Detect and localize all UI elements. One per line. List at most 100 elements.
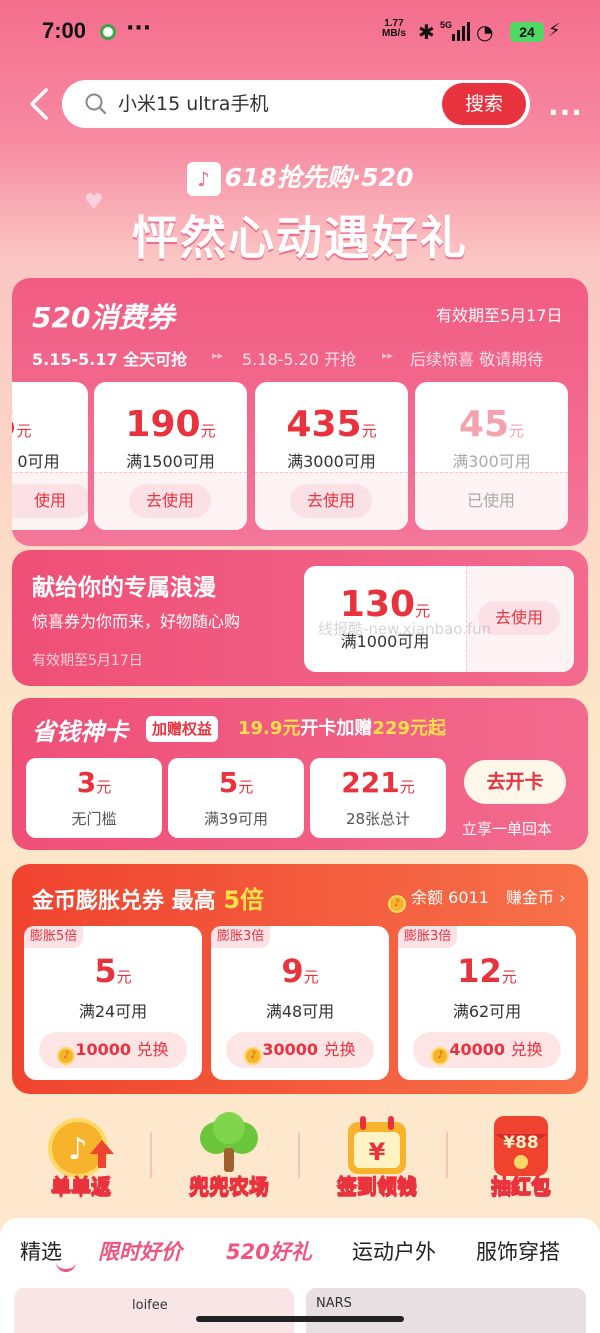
divider	[150, 1132, 152, 1178]
coin-voucher-card[interactable]: 膨胀3倍 9元 满48可用 ♪ 30000 兑换	[211, 926, 389, 1080]
svg-text:¥: ¥	[369, 1138, 386, 1166]
tab-sports-outdoor[interactable]: 运动户外	[352, 1236, 436, 1266]
coin-voucher-unit: 元	[303, 968, 319, 986]
savings-voucher-unit: 元	[96, 778, 112, 796]
network-speed: 1.77 MB/s	[382, 19, 406, 39]
red-envelope-amount: ¥88	[503, 1133, 539, 1153]
exchange-button[interactable]: ♪ 10000 兑换	[39, 1032, 187, 1068]
offer-text: 开卡加赠	[300, 718, 373, 739]
offer-price-unit: 元	[282, 718, 301, 739]
voucher-amount: 5元	[12, 404, 88, 445]
tab-apparel[interactable]: 服饰穿搭	[476, 1236, 560, 1266]
more-options-icon[interactable]: ···	[548, 96, 583, 129]
coin-cost: 40000	[449, 1040, 506, 1059]
status-more-icon: ···	[126, 16, 152, 41]
schedule-arrow-icon: ▸▸	[382, 349, 394, 362]
shortcut-checkin[interactable]: ¥ 签到领钱	[312, 1112, 442, 1202]
product-brand: loifee	[132, 1298, 168, 1313]
voucher-card[interactable]: 190元 满1500可用 去使用	[94, 382, 247, 530]
bonus-badge: 加赠权益	[146, 716, 219, 742]
shortcut-red-envelope[interactable]: ¥88 抽红包	[456, 1112, 586, 1202]
shortcut-cashback[interactable]: ♪ 单单返	[16, 1112, 146, 1202]
campaign-subtitle: ♪ 618抢先购·520	[0, 158, 600, 196]
home-indicator[interactable]	[196, 1316, 404, 1322]
earn-coins-link[interactable]: 赚金币 ›	[506, 884, 566, 908]
savings-voucher-value: 3	[76, 766, 97, 799]
multiplier-tag: 膨胀3倍	[211, 926, 271, 948]
search-input[interactable]	[118, 91, 418, 113]
multiplier-tag: 膨胀5倍	[24, 926, 84, 948]
tab-520-gifts[interactable]: 520好礼	[226, 1236, 312, 1266]
shopping-bag-icon: ♪	[186, 162, 221, 196]
open-card-note: 立享一单回本	[462, 820, 553, 838]
coin-voucher-card[interactable]: 膨胀5倍 5元 满24可用 ♪ 10000 兑换	[24, 926, 202, 1080]
product-card[interactable]: NARS	[306, 1288, 586, 1333]
voucher-condition: 满1500可用	[126, 452, 215, 471]
voucher-condition: 0可用	[17, 452, 60, 471]
coin-voucher-value: 9	[281, 952, 304, 990]
voucher-amount-value: 435	[286, 404, 362, 445]
coin-voucher-condition: 满48可用	[265, 1002, 335, 1021]
exchange-button[interactable]: ♪ 30000 兑换	[226, 1032, 374, 1068]
savings-voucher-value: 221	[341, 766, 400, 799]
product-card[interactable]: loifee	[14, 1288, 294, 1333]
coin-balance: ♪ 余额 6011	[388, 884, 489, 913]
coin-exchange-title: 金币膨胀兑券 最高 5倍	[32, 880, 264, 915]
multiplier-tag: 膨胀3倍	[398, 926, 458, 948]
voucher-panel-title: 520消费券	[32, 301, 175, 334]
use-voucher-button[interactable]: 使用	[12, 484, 88, 518]
coin-exchange-title-text: 金币膨胀兑券 最高	[32, 889, 216, 914]
savings-voucher-condition: 28张总计	[345, 810, 411, 828]
savings-voucher-unit: 元	[399, 778, 415, 796]
offer-value: 229	[372, 718, 410, 739]
voucher-amount-unit: 元	[509, 422, 525, 440]
savings-voucher: 3元 无门槛	[26, 758, 162, 838]
savings-voucher-amount: 221元	[310, 766, 446, 799]
back-arrow-icon[interactable]	[24, 86, 54, 122]
offer-value-unit: 元起	[410, 718, 446, 739]
divider	[446, 1132, 448, 1178]
savings-voucher-condition: 无门槛	[71, 810, 117, 828]
savings-offer: 19.9元开卡加赠229元起	[238, 714, 446, 740]
voucher-amount-unit: 元	[361, 422, 377, 440]
exchange-label: 兑换	[136, 1040, 169, 1059]
use-voucher-button[interactable]: 去使用	[290, 484, 372, 518]
coin-voucher-value: 12	[457, 952, 502, 990]
battery-icon: 24	[510, 22, 544, 42]
coin-voucher-amount: 12元	[398, 952, 576, 990]
shortcut-label: 抽红包	[491, 1174, 552, 1199]
coin-voucher-card[interactable]: 膨胀3倍 12元 满62可用 ♪ 40000 兑换	[398, 926, 576, 1080]
voucher-amount-unit: 元	[200, 422, 216, 440]
exchange-label: 兑换	[510, 1040, 543, 1059]
tab-limited-deals[interactable]: 限时好价	[98, 1236, 182, 1266]
coin-cost: 30000	[262, 1040, 319, 1059]
product-brand: NARS	[316, 1296, 352, 1311]
voucher-panel-valid: 有效期至5月17日	[436, 306, 563, 325]
shortcut-label: 单单返	[51, 1174, 112, 1199]
search-button[interactable]: 搜索	[442, 83, 526, 125]
savings-voucher-value: 5	[218, 766, 239, 799]
voucher-amount: 45元	[415, 404, 568, 445]
savings-voucher-unit: 元	[238, 778, 254, 796]
charging-icon: ⚡	[548, 20, 561, 41]
network-speed-unit: MB/s	[382, 28, 406, 39]
savings-voucher-amount: 5元	[168, 766, 304, 799]
voucher-card[interactable]: 435元 满3000可用 去使用	[255, 382, 408, 530]
app-notification-icon	[100, 24, 116, 40]
voucher-card-body: 5元 0可用 使用	[12, 382, 88, 530]
coin-voucher-condition: 满62可用	[452, 1002, 522, 1021]
network-type: 5G	[440, 20, 452, 30]
schedule-arrow-icon: ▸▸	[212, 349, 224, 362]
voucher-amount: 190元	[94, 404, 247, 445]
open-card-button[interactable]: 去开卡	[464, 760, 566, 804]
voucher-card[interactable]: 5元 0可用 使用	[12, 382, 88, 530]
savings-voucher: 221元 28张总计	[310, 758, 446, 838]
savings-voucher-condition: 满39可用	[203, 810, 269, 828]
use-voucher-button[interactable]: 去使用	[129, 484, 211, 518]
search-icon	[85, 93, 107, 115]
coin-voucher-amount: 5元	[24, 952, 202, 990]
status-time: 7:00	[42, 18, 87, 43]
savings-card-title: 省钱神卡	[32, 718, 128, 746]
shortcut-farm[interactable]: 兜兜农场	[164, 1112, 294, 1202]
exchange-button[interactable]: ♪ 40000 兑换	[413, 1032, 561, 1068]
